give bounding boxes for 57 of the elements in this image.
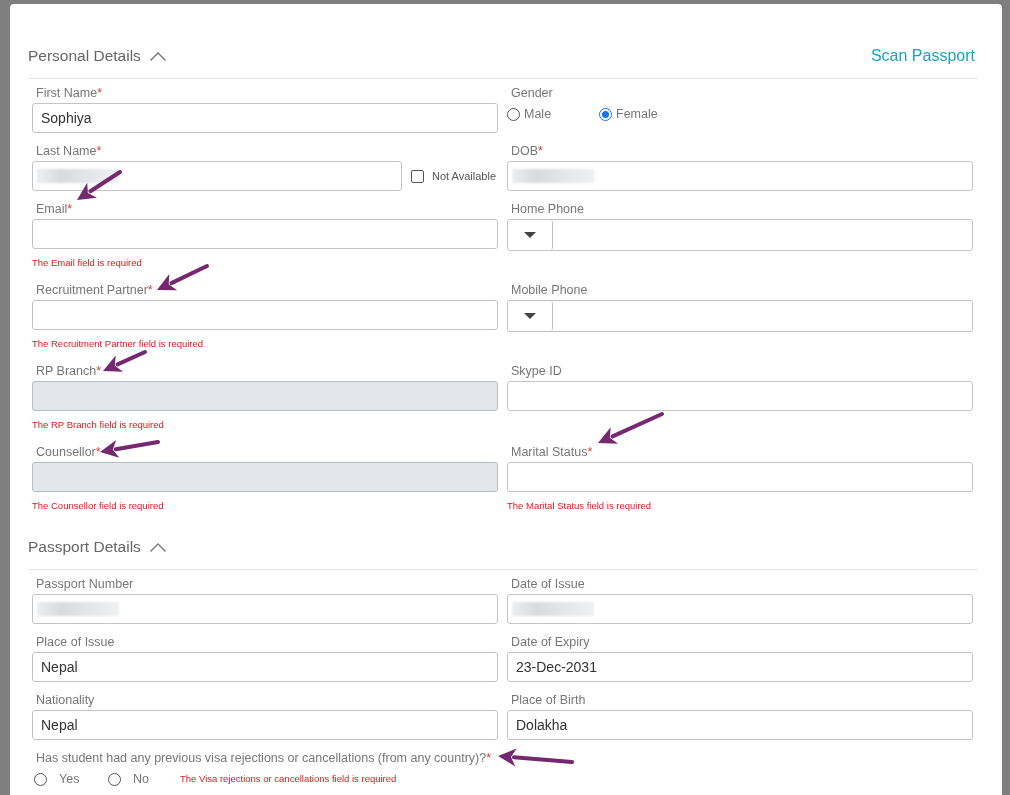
chevron-icon[interactable]	[148, 541, 167, 553]
field-label: Email*	[35, 201, 73, 217]
input-field[interactable]	[32, 219, 498, 249]
chevron-icon[interactable]	[148, 50, 167, 62]
input-field[interactable]: Nepal	[32, 710, 498, 740]
error-message: The Visa rejections or cancellations field is required	[180, 772, 397, 786]
section-title: Passport Details	[28, 538, 141, 556]
phone-field[interactable]	[507, 219, 973, 251]
checkbox[interactable]	[411, 169, 424, 183]
error-message: The RP Branch field is required	[32, 418, 165, 432]
field-label: Passport Number	[35, 576, 134, 592]
annotation-arrow	[157, 264, 209, 291]
input-field[interactable]	[32, 594, 498, 624]
field-label: Mobile Phone	[510, 282, 588, 298]
field-label: Date of Expiry	[510, 634, 590, 650]
input-field[interactable]	[507, 381, 973, 411]
field-label: Skype ID	[510, 363, 562, 379]
input-field[interactable]: Dolakha	[507, 710, 973, 740]
field-label: Marital Status*	[510, 444, 593, 460]
radio-label: Yes	[59, 772, 80, 786]
field-label: DOB*	[510, 143, 543, 159]
field-label: RP Branch*	[35, 363, 102, 379]
error-message: The Counsellor field is required	[32, 499, 165, 513]
radio-label: No	[133, 772, 149, 786]
section-title: Personal Details	[28, 47, 141, 65]
field-label: Nationality	[35, 692, 95, 708]
error-message: The Recruitment Partner field is required	[32, 337, 205, 351]
field-label: Place of Issue	[35, 634, 115, 650]
field-label: Home Phone	[510, 201, 584, 217]
input-field[interactable]	[507, 462, 973, 492]
checkbox-label: Not Available	[432, 170, 497, 182]
error-message: The Email field is required	[32, 256, 143, 270]
caret-icon	[524, 313, 536, 319]
annotation-arrow	[100, 440, 160, 458]
field-label: First Name*	[35, 85, 102, 101]
phone-field[interactable]	[507, 300, 973, 332]
field-label: Place of Birth	[510, 692, 586, 708]
input-field[interactable]	[32, 161, 402, 191]
field-label: Last Name*	[35, 143, 102, 159]
input-field[interactable]: 23-Dec-2031	[507, 652, 973, 682]
annotation-arrow	[77, 170, 122, 200]
radio-label: Female	[616, 107, 658, 121]
error-message: The Marital Status field is required	[507, 499, 653, 513]
input-field[interactable]	[32, 300, 498, 330]
input-field[interactable]: Nepal	[32, 652, 498, 682]
input-field[interactable]	[507, 594, 973, 624]
annotation-arrow	[103, 350, 147, 372]
radio-label: Male	[524, 107, 552, 121]
field-label: Counsellor*	[35, 444, 101, 460]
field-label: Has student had any previous visa rejections or cancellations (from any country)?*	[35, 750, 492, 766]
field-label: Gender	[510, 85, 553, 101]
annotation-arrow	[598, 412, 664, 444]
caret-icon	[524, 232, 536, 238]
input-field[interactable]	[507, 161, 973, 191]
field-label: Recruitment Partner*	[35, 282, 153, 298]
field-label: Date of Issue	[510, 576, 585, 592]
input-field[interactable]: Sophiya	[32, 103, 498, 133]
